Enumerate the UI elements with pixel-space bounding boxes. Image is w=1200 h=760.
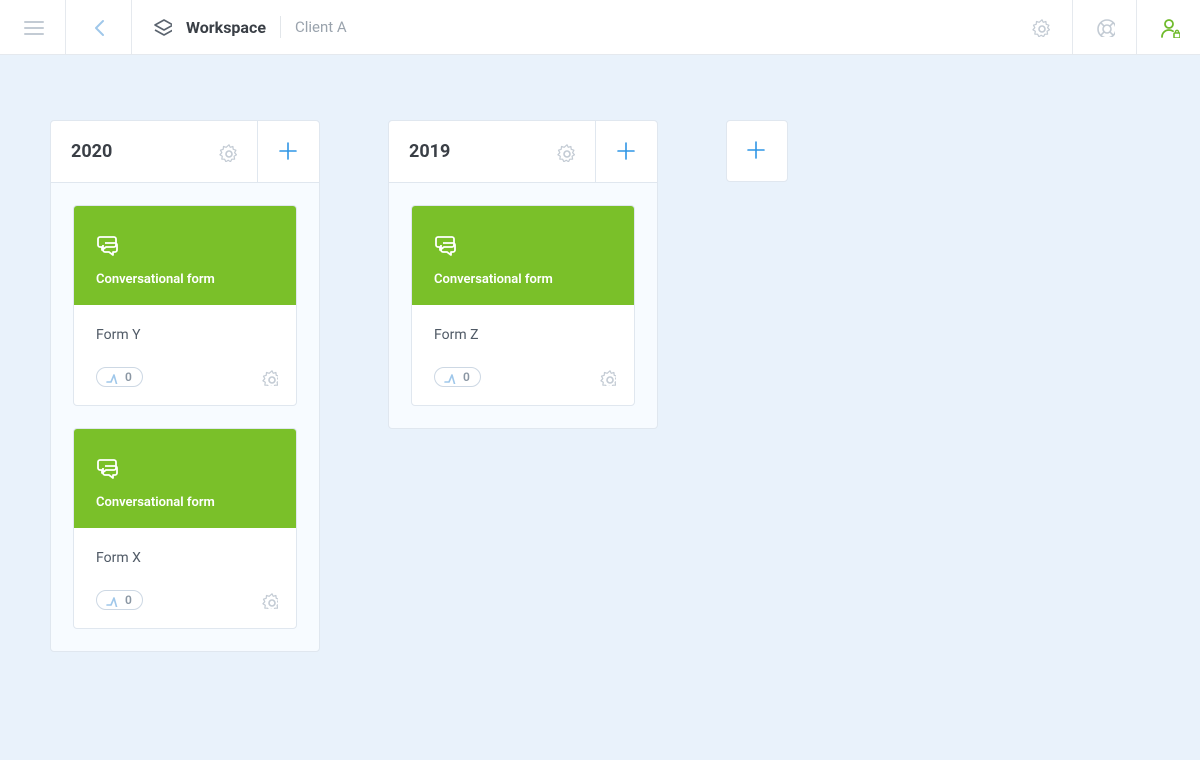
response-count-pill[interactable]: 0: [434, 367, 481, 387]
group-title: 2020: [71, 141, 112, 162]
group-header: 2020: [51, 121, 319, 183]
form-card[interactable]: Conversational form Form Y 0: [73, 205, 297, 406]
card-type-label: Conversational form: [96, 495, 274, 510]
card-settings-button[interactable]: [598, 368, 616, 386]
group-add-button[interactable]: [257, 121, 319, 182]
card-settings-button[interactable]: [260, 368, 278, 386]
account-button[interactable]: [1136, 0, 1200, 54]
group-header: 2019: [389, 121, 657, 183]
group-settings-button[interactable]: [217, 142, 237, 162]
gear-icon: [598, 368, 616, 386]
form-card[interactable]: Conversational form Form Z 0: [411, 205, 635, 406]
chat-icon: [434, 232, 466, 258]
chat-icon: [96, 455, 128, 481]
response-count-pill[interactable]: 0: [96, 590, 143, 610]
gear-icon: [260, 591, 278, 609]
card-name: Form Z: [434, 327, 612, 343]
breadcrumb: Workspace Client A: [132, 0, 367, 54]
chevron-left-icon: [88, 16, 110, 38]
group-settings-button[interactable]: [555, 142, 575, 162]
workspace: 2020 Conversational form Form Y: [0, 55, 1200, 717]
topbar: Workspace Client A: [0, 0, 1200, 55]
card-name: Form Y: [96, 327, 274, 343]
form-card[interactable]: Conversational form Form X 0: [73, 428, 297, 629]
activity-icon: [105, 593, 119, 607]
gear-icon: [1030, 17, 1050, 37]
layers-icon: [152, 17, 172, 37]
menu-button[interactable]: [0, 0, 66, 54]
activity-icon: [443, 370, 457, 384]
client-label: Client A: [295, 18, 347, 36]
response-count: 0: [125, 593, 132, 607]
group-title: 2019: [409, 141, 450, 162]
chat-icon: [96, 232, 128, 258]
user-lock-icon: [1158, 16, 1180, 38]
workspace-label: Workspace: [186, 18, 266, 37]
card-settings-button[interactable]: [260, 591, 278, 609]
back-button[interactable]: [66, 0, 132, 54]
plus-icon: [276, 139, 302, 165]
group-add-button[interactable]: [595, 121, 657, 182]
breadcrumb-divider: [280, 16, 281, 38]
gear-icon: [217, 142, 237, 162]
gear-icon: [555, 142, 575, 162]
plus-icon: [614, 139, 640, 165]
card-name: Form X: [96, 550, 274, 566]
group: 2019 Conversational form Form Z: [388, 120, 658, 429]
plus-icon: [744, 138, 770, 164]
gear-icon: [260, 368, 278, 386]
card-type-label: Conversational form: [434, 272, 612, 287]
settings-button[interactable]: [1008, 0, 1072, 54]
lifering-icon: [1095, 17, 1115, 37]
response-count-pill[interactable]: 0: [96, 367, 143, 387]
response-count: 0: [125, 370, 132, 384]
hamburger-icon: [22, 16, 44, 38]
activity-icon: [105, 370, 119, 384]
response-count: 0: [463, 370, 470, 384]
add-group-button[interactable]: [726, 120, 788, 182]
card-type-label: Conversational form: [96, 272, 274, 287]
group: 2020 Conversational form Form Y: [50, 120, 320, 652]
help-button[interactable]: [1072, 0, 1136, 54]
